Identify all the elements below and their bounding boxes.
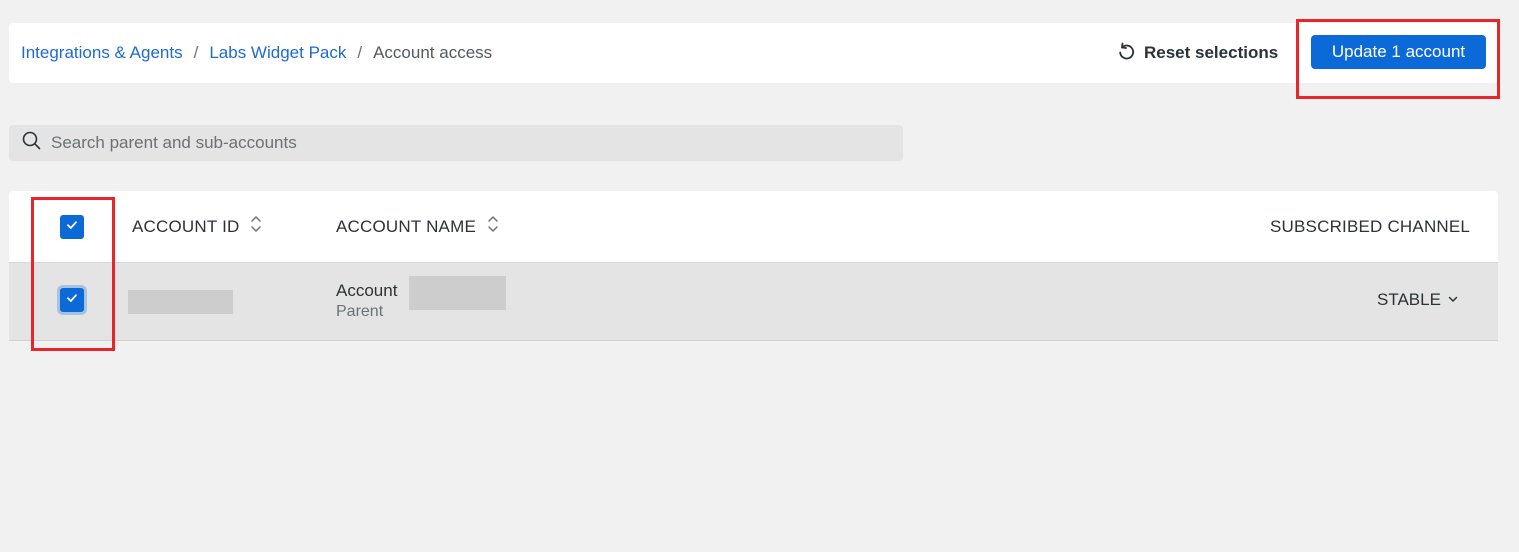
- table-header: ACCOUNT ID ACCOUNT NAME SUBSCRIBED CHANN…: [9, 191, 1498, 263]
- sort-icon: [476, 214, 500, 239]
- header-bar: Integrations & Agents / Labs Widget Pack…: [9, 23, 1498, 83]
- column-label-subscribed-channel: SUBSCRIBED CHANNEL: [1270, 216, 1471, 236]
- select-all-checkbox[interactable]: [60, 215, 84, 239]
- breadcrumb: Integrations & Agents / Labs Widget Pack…: [21, 23, 492, 83]
- reset-selections-label: Reset selections: [1144, 43, 1279, 62]
- column-header-subscribed-channel: SUBSCRIBED CHANNEL: [1270, 191, 1470, 262]
- checkmark-icon: [65, 218, 79, 237]
- update-accounts-button[interactable]: Update 1 account: [1311, 35, 1486, 69]
- account-name: Account: [336, 281, 398, 300]
- search-icon: [9, 130, 43, 157]
- breadcrumb-separator: /: [193, 43, 199, 62]
- breadcrumb-link-integrations[interactable]: Integrations & Agents: [21, 43, 183, 63]
- sort-icon: [239, 214, 263, 239]
- channel-value: STABLE: [1377, 290, 1441, 309]
- redacted-account-name: [409, 276, 506, 310]
- breadcrumb-link-widget-pack[interactable]: Labs Widget Pack: [209, 43, 346, 63]
- breadcrumb-separator: /: [357, 43, 363, 62]
- breadcrumb-current: Account access: [373, 43, 493, 62]
- column-header-account-name[interactable]: ACCOUNT NAME: [336, 191, 500, 262]
- account-type: Parent: [336, 303, 384, 320]
- redacted-account-id: [128, 290, 233, 314]
- checkmark-icon: [65, 291, 79, 310]
- accounts-table: ACCOUNT ID ACCOUNT NAME SUBSCRIBED CHANN…: [9, 191, 1498, 341]
- chevron-down-icon: [1441, 290, 1459, 310]
- row-select-checkbox[interactable]: [60, 288, 84, 312]
- search-input[interactable]: [49, 132, 873, 154]
- table-row[interactable]: Account Parent STABLE: [9, 263, 1498, 341]
- reset-icon: [1116, 41, 1136, 66]
- column-label-account-name: ACCOUNT NAME: [336, 216, 476, 236]
- reset-selections-button[interactable]: Reset selections: [1116, 37, 1278, 69]
- column-header-account-id[interactable]: ACCOUNT ID: [132, 191, 263, 262]
- page: Integrations & Agents / Labs Widget Pack…: [0, 0, 1519, 552]
- channel-dropdown[interactable]: STABLE: [1377, 290, 1459, 310]
- search-bar: [9, 125, 903, 161]
- column-label-account-id: ACCOUNT ID: [132, 216, 240, 236]
